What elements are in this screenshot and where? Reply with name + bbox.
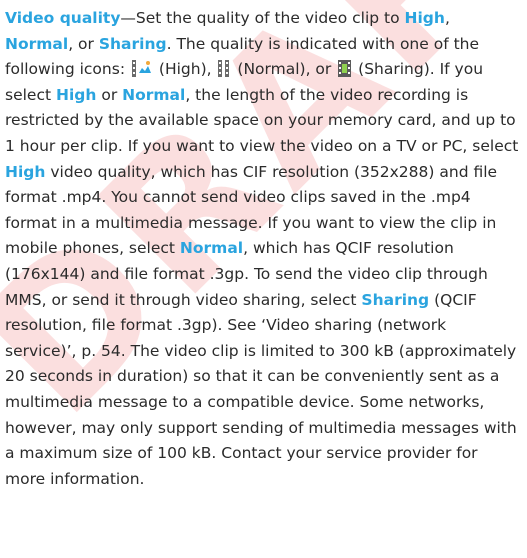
term-high: High: [404, 9, 445, 27]
term-normal: Normal: [179, 239, 244, 258]
video-quality-high-icon: [131, 60, 152, 78]
body-text: (High),: [153, 60, 217, 79]
body-text: —Set the quality of the video clip to: [120, 9, 405, 27]
video-quality-normal-icon: [218, 60, 230, 78]
term-sharing: Sharing: [98, 34, 167, 53]
body-text: , or: [68, 34, 99, 53]
term-high: High: [55, 85, 97, 104]
body-text: (Normal), or: [232, 60, 337, 79]
term-normal: Normal: [122, 85, 186, 104]
body-text: ,: [444, 9, 450, 27]
body-text: (QCIF resolution, file format .3gp). See…: [5, 290, 517, 488]
video-quality-paragraph: Video quality—Set the quality of the vid…: [5, 6, 522, 492]
video-quality-sharing-icon: [338, 60, 352, 78]
term-video-quality: Video quality: [5, 9, 121, 27]
term-sharing: Sharing: [361, 290, 430, 309]
term-high: High: [5, 162, 46, 181]
term-normal: Normal: [5, 34, 69, 53]
body-text: or: [96, 85, 123, 104]
